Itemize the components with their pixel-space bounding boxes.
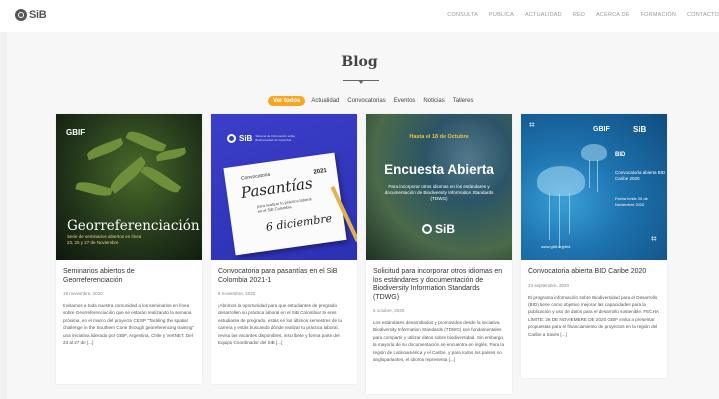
notebook-year: 2021	[313, 167, 328, 176]
post-title[interactable]: Convocatoria abierta BID Caribe 2020	[528, 268, 660, 277]
sib-logo-icon	[227, 134, 236, 143]
post-excerpt: ¡Abrimos la oportunidad para que estudia…	[218, 303, 343, 346]
logo-text: SiB	[29, 9, 47, 21]
jellyfish-tentacle	[589, 160, 590, 188]
jellyfish-shape	[581, 144, 607, 161]
nav-red[interactable]: RED	[573, 12, 585, 18]
gbif-logo: GBIF	[66, 128, 86, 137]
filter-eventos[interactable]: Eventos	[392, 96, 418, 106]
post-title[interactable]: Solicitud para incorporar otros idiomas …	[373, 268, 505, 302]
image-subheading: Serie de seminarios abiertos en línea 23…	[67, 234, 141, 246]
image-heading: Georreferenciación	[67, 218, 200, 234]
leaf-shape	[107, 156, 149, 194]
nav-acerca-de[interactable]: ACERCA DE	[596, 12, 630, 18]
nav-actualidad[interactable]: ACTUALIDAD	[525, 12, 562, 18]
post-card[interactable]: ⌗ ⌗ GBIF SiB BID Convocatoria abierta BI…	[521, 114, 667, 378]
post-image[interactable]: SiB Sistema de Información sobre Biodive…	[211, 114, 357, 260]
jellyfish-tentacle	[549, 194, 550, 240]
post-excerpt: El programa información sobre Biodiversi…	[528, 294, 659, 337]
post-body: Convocatoria abierta BID Caribe 2020 23 …	[521, 260, 667, 344]
jellyfish-tentacle	[569, 194, 570, 234]
post-image[interactable]: Hasta el 18 de Octubre Encuesta Abierta …	[366, 114, 512, 260]
post-date: 6 noviembre, 2020	[218, 291, 256, 296]
sib-logo[interactable]: SiB	[15, 9, 47, 21]
post-body: Solicitud para incorporar otros idiomas …	[366, 260, 512, 369]
nav-consulta[interactable]: CONSULTA	[447, 12, 478, 18]
sib-logo: SiB	[633, 125, 647, 134]
post-title[interactable]: Convocatoria para pasantías en el SiB Co…	[218, 268, 350, 285]
post-image[interactable]: ⌗ ⌗ GBIF SiB BID Convocatoria abierta BI…	[521, 114, 667, 260]
page-title: Blog	[341, 54, 378, 70]
sib-brand: SiB Sistema de Información sobre Biodive…	[227, 134, 295, 143]
jellyfish-tentacle	[597, 160, 598, 192]
filter-convocatorias[interactable]: Convocatorias	[345, 96, 387, 106]
post-excerpt: Los estándares desarrollados y promovido…	[373, 320, 505, 363]
title-divider	[343, 80, 379, 84]
image-heading: Encuesta Abierta	[384, 162, 494, 177]
nav-formacion[interactable]: FORMACIÓN	[641, 12, 676, 18]
sib-logo-icon	[422, 224, 432, 234]
leaf-shape	[85, 137, 125, 161]
nav-contacto[interactable]: CONTACTO	[687, 12, 719, 18]
leaf-shape	[75, 179, 113, 199]
notebook-graphic: Convocatoria 2021 Pasantías para realiza…	[223, 152, 347, 256]
jellyfish-tentacle	[559, 194, 560, 248]
post-card[interactable]: SiB Sistema de Información sobre Biodive…	[211, 114, 357, 384]
post-body: Seminarios abiertos de Georreferenciació…	[56, 260, 202, 352]
sib-brand-text: SiB	[435, 222, 456, 236]
jellyfish-shape	[537, 166, 585, 196]
main-nav: CONSULTA PUBLICA ACTUALIDAD RED ACERCA D…	[447, 12, 719, 18]
image-sub-line: 23, 25 y 27 de Noviembre	[67, 240, 119, 245]
gbif-logo: GBIF	[593, 126, 610, 133]
post-excerpt: Invitamos a toda nuestra comunidad a los…	[63, 303, 195, 346]
image-top-text: Hasta el 18 de Octubre	[409, 134, 469, 140]
leaf-shape	[125, 128, 167, 155]
filter-noticias[interactable]: Noticias	[421, 96, 446, 106]
bid-logo: BID	[615, 152, 626, 158]
filter-ver-todos[interactable]: Ver todos	[268, 96, 306, 106]
post-card[interactable]: Hasta el 18 de Octubre Encuesta Abierta …	[366, 114, 512, 394]
sib-brand-subtitle: Sistema de Información sobre Biodiversid…	[255, 133, 296, 142]
post-date: 5 octubre, 2020	[373, 308, 405, 313]
post-date: 23 septiembre, 2020	[528, 282, 570, 288]
image-deadline: Fecha límite 26 de Noviembre 2020	[615, 196, 648, 207]
top-bar: SiB CONSULTA PUBLICA ACTUALIDAD RED ACER…	[0, 0, 719, 32]
filter-talleres[interactable]: Talleres	[451, 96, 476, 106]
sib-brand: SiB	[422, 222, 455, 236]
image-heading: Convocatoria abierta BID Caribe 2020	[615, 170, 666, 181]
filter-actualidad[interactable]: Actualidad	[309, 96, 341, 106]
notebook-date: 6 diciembre	[265, 211, 333, 234]
category-filters: Ver todos Actualidad Convocatorias Event…	[268, 96, 475, 106]
post-body: Convocatoria para pasantías en el SiB Co…	[211, 260, 357, 352]
nav-publica[interactable]: PUBLICA	[489, 12, 514, 18]
post-date: 19 noviembre, 2020	[63, 291, 103, 296]
post-image[interactable]: GBIF Georreferenciación Serie de seminar…	[56, 114, 202, 260]
post-card[interactable]: GBIF Georreferenciación Serie de seminar…	[56, 114, 202, 384]
image-description: Para incorporar otros idiomas en los est…	[384, 184, 494, 201]
leaf-shape	[140, 162, 182, 197]
post-title[interactable]: Seminarios abiertos de Georreferenciació…	[63, 268, 195, 285]
image-footer-link: www.gbif.org/bid	[541, 244, 571, 249]
corner-mark-icon: ⌗	[651, 234, 657, 245]
corner-mark-icon: ⌗	[529, 120, 535, 131]
sib-logo-icon	[15, 9, 27, 21]
sib-brand-text: SiB	[239, 134, 253, 143]
